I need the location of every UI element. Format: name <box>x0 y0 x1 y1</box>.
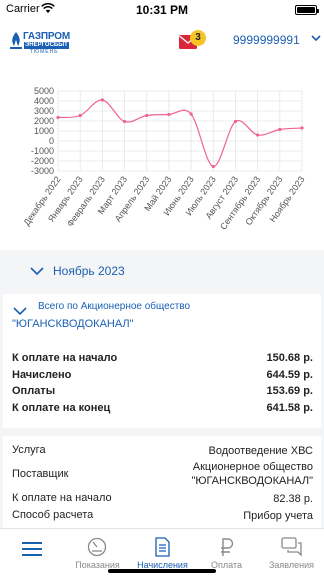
clock: 10:31 PM <box>135 3 189 17</box>
summary-card: Всего по Акционерное общество "ЮГАНСКВОД… <box>3 294 321 428</box>
month-selector[interactable]: Ноябрь 2023 <box>0 258 324 284</box>
messages-button[interactable]: 3 <box>179 30 209 56</box>
detail-row: Поставщик Акционерное общество "ЮГАНСКВО… <box>12 460 313 490</box>
detail-row-value: Водоотведение ХВС <box>208 445 313 457</box>
supplier-line2: "ЮГАНСКВОДОКАНАЛ" <box>191 475 313 487</box>
tab-menu[interactable] <box>0 529 65 576</box>
summary-row-value: 150.68 р. <box>266 352 313 364</box>
supplier-line1: Акционерное общество <box>192 461 313 473</box>
company-logo: ГАЗПРОМ ЭНЕРГОСБЫТ ТЮМЕНЬ <box>10 30 76 56</box>
summary-row: К оплате на начало 150.68 р. <box>12 352 313 366</box>
summary-row-value: 641.58 р. <box>266 402 313 414</box>
data-point <box>56 115 60 120</box>
summary-title-line1: Всего по Акционерное общество <box>38 301 191 312</box>
y-tick-label: -1000 <box>31 146 54 156</box>
logo-name: ГАЗПРОМ <box>23 31 70 42</box>
tab-label: Заявления <box>268 560 315 570</box>
detail-row-value: 82.38 р. <box>273 493 313 505</box>
summary-row: Оплаты 153.69 р. <box>12 385 313 399</box>
detail-row-label: К оплате на начало <box>12 492 112 504</box>
data-point <box>78 113 82 118</box>
detail-row-value: Прибор учета <box>243 510 313 522</box>
data-point <box>122 119 127 124</box>
y-tick-label: 3000 <box>34 106 54 116</box>
y-tick-label: 0 <box>49 136 54 146</box>
summary-row-value: 153.69 р. <box>266 385 313 397</box>
data-point <box>100 98 104 102</box>
unread-badge: 3 <box>190 30 206 46</box>
summary-row-label: К оплате на начало <box>12 352 118 364</box>
y-tick-label: 2000 <box>34 116 54 126</box>
y-tick-label: -2000 <box>31 156 54 166</box>
chevron-down-icon <box>30 267 44 275</box>
y-tick-label: -3000 <box>31 166 54 176</box>
ruble-icon <box>221 538 234 556</box>
data-point <box>256 133 260 137</box>
detail-row-label: Поставщик <box>12 468 69 480</box>
account-selector[interactable]: 9999999991 <box>233 33 321 47</box>
month-label: Ноябрь 2023 <box>53 264 125 278</box>
data-point <box>145 113 149 118</box>
gauge-icon <box>87 537 107 557</box>
account-number: 9999999991 <box>233 33 300 47</box>
logo-line2: ЭНЕРГОСБЫТ <box>24 42 69 49</box>
y-tick-label: 4000 <box>34 96 54 106</box>
chevron-down-icon <box>311 35 321 42</box>
battery-icon <box>295 5 319 15</box>
summary-row: Начислено 644.59 р. <box>12 369 313 383</box>
summary-row-value: 644.59 р. <box>266 369 313 381</box>
detail-row-label: Способ расчета <box>12 509 94 521</box>
summary-row-label: Начислено <box>12 369 72 381</box>
logo-line3: ТЮМЕНЬ <box>30 49 59 55</box>
y-tick-label: 5000 <box>34 86 54 96</box>
summary-row: К оплате на конец 641.58 р. <box>12 402 313 416</box>
y-tick-label: 1000 <box>34 126 54 136</box>
home-indicator <box>108 569 216 573</box>
gazprom-flame-icon <box>10 32 22 49</box>
chart-canvas: 500040003000200010000-1000-2000-3000 Дек… <box>21 86 306 232</box>
status-bar: Carrier 10:31 PM <box>0 0 324 20</box>
chevron-down-icon[interactable] <box>13 307 27 315</box>
app-header: ГАЗПРОМ ЭНЕРГОСБЫТ ТЮМЕНЬ 3 9999999991 <box>0 20 324 60</box>
detail-row-value: Акционерное общество "ЮГАНСКВОДОКАНАЛ" <box>191 460 313 488</box>
series-line <box>57 99 303 168</box>
chat-icon <box>281 537 302 557</box>
data-point <box>211 164 215 169</box>
data-point <box>300 126 304 130</box>
summary-row-label: Оплаты <box>12 385 56 397</box>
data-point <box>189 112 193 116</box>
summary-title-line2: "ЮГАНСКВОДОКАНАЛ" <box>12 318 134 330</box>
hamburger-menu-icon <box>22 542 42 556</box>
tab-requests[interactable]: Заявления <box>259 529 324 576</box>
service-detail-card: Услуга Водоотведение ХВС Поставщик Акцио… <box>3 436 321 528</box>
detail-row-label: Услуга <box>12 444 46 456</box>
summary-row-label: К оплате на конец <box>12 402 111 414</box>
document-icon <box>155 537 170 557</box>
data-point <box>278 127 282 132</box>
data-point <box>233 119 238 124</box>
data-point <box>167 112 171 117</box>
charges-chart: 5000 4000 3000 2000 1000 0 -1000 -2000 -3000 Дек… <box>0 72 324 248</box>
